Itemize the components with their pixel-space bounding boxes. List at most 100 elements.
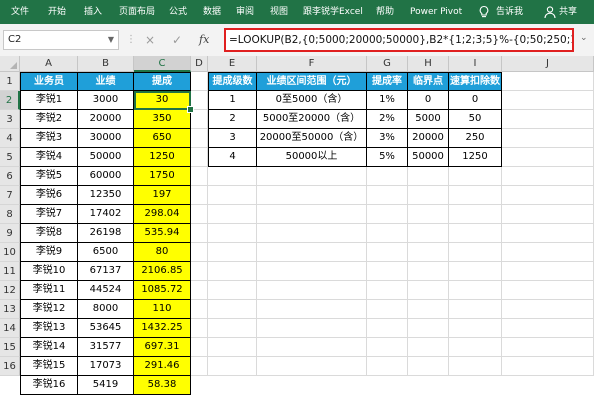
grid-cell[interactable]	[191, 281, 208, 300]
tab-data[interactable]: 数据	[203, 0, 221, 24]
grid-cell[interactable]	[449, 224, 502, 243]
column-header-a[interactable]: A	[20, 56, 78, 72]
column-header-d[interactable]: D	[191, 56, 208, 72]
grid-cell[interactable]	[367, 186, 408, 205]
grid-cell[interactable]	[449, 205, 502, 224]
table2-cell[interactable]: 0	[449, 91, 502, 110]
table1-cell[interactable]: 李锐6	[20, 186, 78, 205]
commission-cell[interactable]: 350	[134, 110, 191, 129]
grid-cell[interactable]	[502, 72, 594, 91]
grid-cell[interactable]	[408, 338, 449, 357]
grid-cell[interactable]	[208, 357, 257, 376]
grid-cell[interactable]	[502, 338, 594, 357]
grid-cell[interactable]	[449, 243, 502, 262]
table2-cell[interactable]: 5000	[408, 110, 449, 129]
commission-cell[interactable]: 30	[134, 91, 191, 110]
grid-cell[interactable]	[449, 338, 502, 357]
table2-cell[interactable]: 1	[208, 91, 257, 110]
grid-cell[interactable]	[257, 243, 367, 262]
grid-cell[interactable]	[367, 243, 408, 262]
grid-cell[interactable]	[191, 186, 208, 205]
grid-cell[interactable]	[502, 357, 594, 376]
table1-cell[interactable]: 30000	[78, 129, 134, 148]
grid-cell[interactable]	[502, 281, 594, 300]
formula-input[interactable]: =LOOKUP(B2,{0;5000;20000;50000},B2*{1;2;…	[224, 28, 574, 52]
grid-cell[interactable]	[367, 224, 408, 243]
column-header-c[interactable]: C	[134, 56, 191, 72]
table2-cell[interactable]: 5%	[367, 148, 408, 167]
table1-cell[interactable]: 李锐11	[20, 281, 78, 300]
table2-cell[interactable]: 1%	[367, 91, 408, 110]
grid-cell[interactable]	[191, 224, 208, 243]
grid-cell[interactable]	[449, 262, 502, 281]
table1-cell[interactable]: 8000	[78, 300, 134, 319]
table1-cell[interactable]: 李锐10	[20, 262, 78, 281]
column-header-e[interactable]: E	[208, 56, 257, 72]
table1-cell[interactable]: 53645	[78, 319, 134, 338]
grid-cell[interactable]	[367, 281, 408, 300]
table1-cell[interactable]: 李锐14	[20, 338, 78, 357]
expand-formula-icon[interactable]: ⌄	[580, 33, 588, 43]
grid-cell[interactable]	[502, 243, 594, 262]
grid-cell[interactable]	[502, 91, 594, 110]
commission-cell[interactable]: 1250	[134, 148, 191, 167]
grid-cell[interactable]	[408, 319, 449, 338]
table2-cell[interactable]: 3%	[367, 129, 408, 148]
row-header-14[interactable]: 14	[0, 319, 20, 338]
person-icon[interactable]	[543, 5, 557, 19]
row-header-7[interactable]: 7	[0, 186, 20, 205]
tab-power-pivot[interactable]: Power Pivot	[410, 0, 462, 24]
table1-cell[interactable]: 3000	[78, 91, 134, 110]
row-header-6[interactable]: 6	[0, 167, 20, 186]
table1-cell[interactable]: 6500	[78, 243, 134, 262]
grid-cell[interactable]	[367, 167, 408, 186]
row-header-15[interactable]: 15	[0, 338, 20, 357]
table1-cell[interactable]: 17402	[78, 205, 134, 224]
commission-cell[interactable]: 80	[134, 243, 191, 262]
tab-page-layout[interactable]: 页面布局	[119, 0, 155, 24]
tab-insert[interactable]: 插入	[84, 0, 102, 24]
row-header-11[interactable]: 11	[0, 262, 20, 281]
table2-cell[interactable]: 5000至20000（含）	[257, 110, 367, 129]
commission-cell[interactable]: 110	[134, 300, 191, 319]
name-box[interactable]: C2 ▼	[3, 30, 119, 50]
table1-cell[interactable]: 5419	[78, 376, 134, 395]
grid-cell[interactable]	[191, 338, 208, 357]
grid-cell[interactable]	[449, 319, 502, 338]
grid-cell[interactable]	[257, 338, 367, 357]
grid-cell[interactable]	[367, 262, 408, 281]
grid-cell[interactable]	[502, 205, 594, 224]
column-header-j[interactable]: J	[502, 56, 594, 72]
table1-cell[interactable]: 李锐1	[20, 91, 78, 110]
chevron-down-icon[interactable]: ▼	[108, 31, 114, 49]
row-header-2[interactable]: 2	[0, 91, 20, 110]
grid-cell[interactable]	[257, 300, 367, 319]
grid-cell[interactable]	[502, 110, 594, 129]
grid-cell[interactable]	[208, 205, 257, 224]
row-header-10[interactable]: 10	[0, 243, 20, 262]
grid-cell[interactable]	[208, 319, 257, 338]
grid-cell[interactable]	[208, 186, 257, 205]
commission-cell[interactable]: 291.46	[134, 357, 191, 376]
grid-cell[interactable]	[408, 186, 449, 205]
table2-cell[interactable]: 0至5000（含）	[257, 91, 367, 110]
grid-cell[interactable]	[502, 319, 594, 338]
grid-cell[interactable]	[191, 243, 208, 262]
grid-cell[interactable]	[257, 281, 367, 300]
table1-cell[interactable]: 50000	[78, 148, 134, 167]
tab-view[interactable]: 视图	[270, 0, 288, 24]
lightbulb-icon[interactable]	[477, 5, 491, 19]
commission-cell[interactable]: 697.31	[134, 338, 191, 357]
row-header-1[interactable]: 1	[0, 72, 20, 91]
row-header-8[interactable]: 8	[0, 205, 20, 224]
column-header-h[interactable]: H	[408, 56, 449, 72]
table1-cell[interactable]: 17073	[78, 357, 134, 376]
grid-cell[interactable]	[502, 167, 594, 186]
grid-cell[interactable]	[408, 262, 449, 281]
grid-cell[interactable]	[257, 205, 367, 224]
tab-help[interactable]: 帮助	[376, 0, 394, 24]
table1-cell[interactable]: 31577	[78, 338, 134, 357]
grid-cell[interactable]	[502, 129, 594, 148]
table1-cell[interactable]: 60000	[78, 167, 134, 186]
insert-function-icon[interactable]: fx	[199, 30, 209, 50]
